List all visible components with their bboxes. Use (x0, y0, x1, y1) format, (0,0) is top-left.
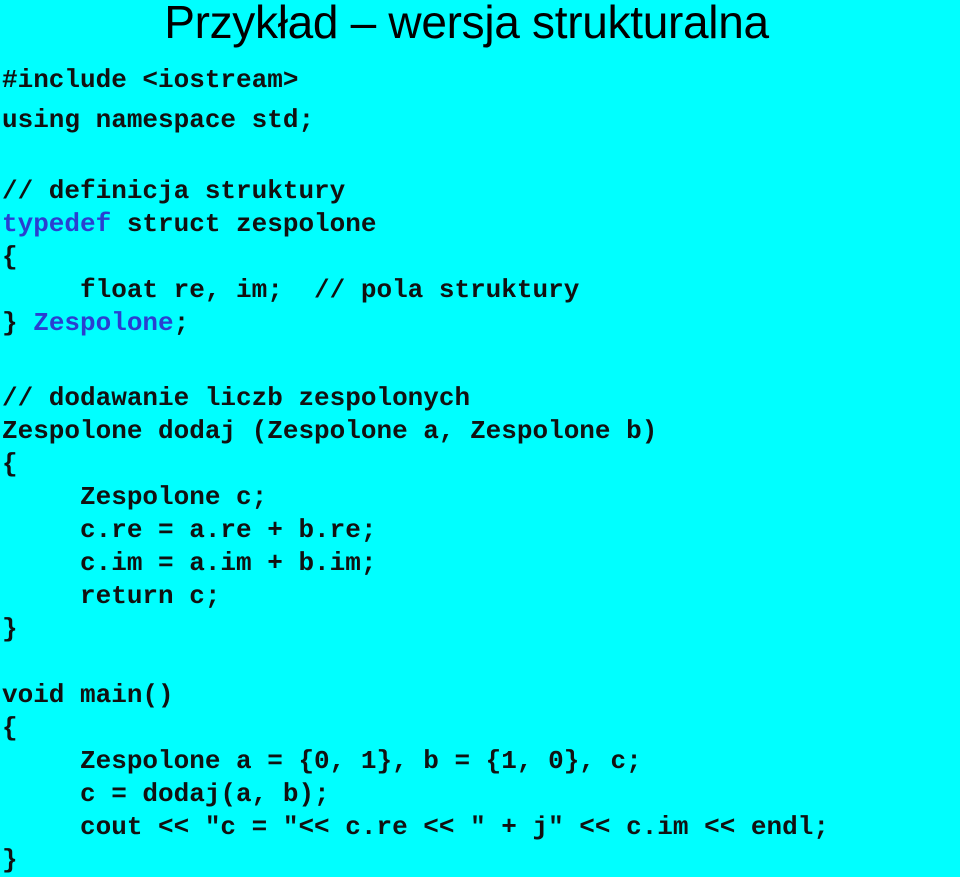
slide-title: Przykład – wersja strukturalna (164, 0, 769, 48)
close-brace: } (2, 308, 34, 338)
code-line-include: #include <iostream> (2, 65, 299, 95)
code-line-main-call: c = dodaj(a, b); (2, 779, 330, 809)
keyword-typedef: typedef (2, 209, 112, 239)
code-line-typedef: typedef struct zespolone (2, 208, 376, 241)
semicolon: ; (173, 308, 190, 338)
type-name-zespolone: Zespolone (33, 308, 174, 338)
code-line-struct-close: } Zespolone; (2, 307, 189, 340)
code-line-close-brace-2: } (2, 614, 18, 644)
code-line-decl-c: Zespolone c; (2, 482, 268, 512)
code-line-comment-struct: // definicja struktury (2, 176, 346, 206)
code-line-open-brace: { (2, 242, 18, 272)
code-line-main-decl: Zespolone a = {0, 1}, b = {1, 0}, c; (2, 746, 642, 776)
code-line-open-brace-3: { (2, 713, 18, 743)
code-line-open-brace-2: { (2, 449, 18, 479)
code-line-main-sig: void main() (2, 680, 174, 710)
code-line-assign-re: c.re = a.re + b.re; (2, 515, 377, 545)
code-line-fields: float re, im; // pola struktury (2, 275, 580, 305)
code-line-close-brace-3: } (2, 845, 18, 875)
code-line-comment-add: // dodawanie liczb zespolonych (2, 383, 471, 413)
code-line-assign-im: c.im = a.im + b.im; (2, 548, 377, 578)
typedef-rest: struct zespolone (111, 209, 377, 239)
code-line-main-cout: cout << "c = "<< c.re << " + j" << c.im … (2, 812, 829, 842)
code-line-return: return c; (2, 581, 221, 611)
code-line-func-sig: Zespolone dodaj (Zespolone a, Zespolone … (2, 416, 658, 446)
code-block: #include <iostream> using namespace std;… (2, 64, 829, 875)
code-line-using: using namespace std; (2, 105, 315, 135)
